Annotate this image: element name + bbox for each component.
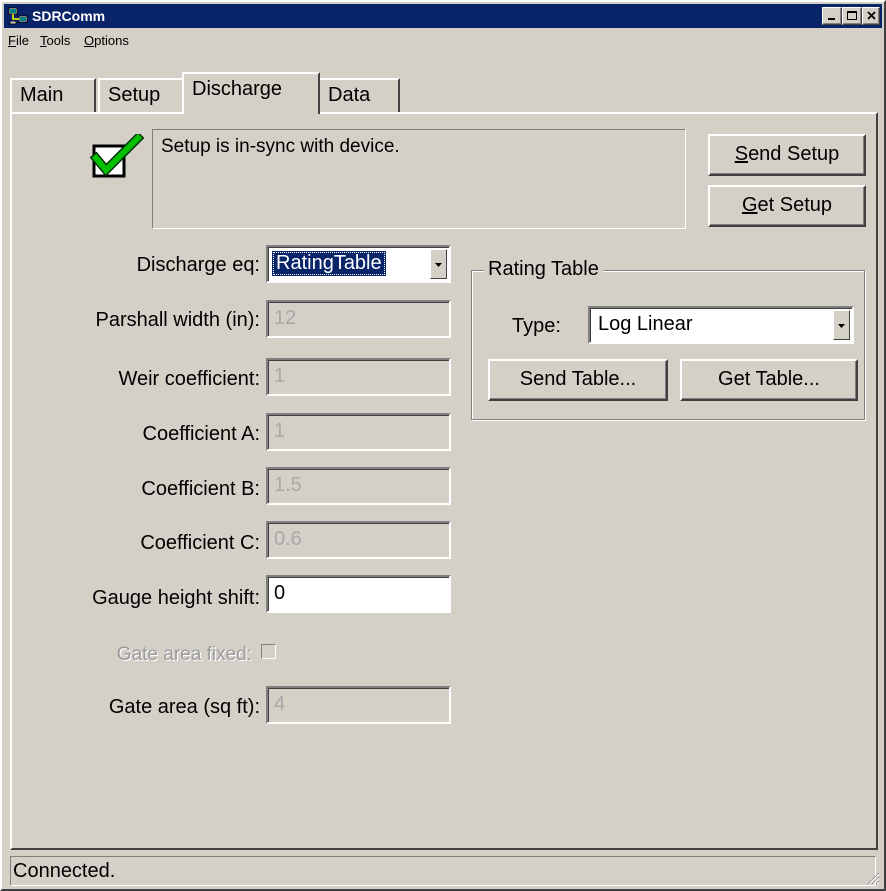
gauge-height-shift-label: Gauge height shift: bbox=[92, 587, 260, 609]
window-title: SDRComm bbox=[32, 8, 106, 24]
coefficient-c-field[interactable]: 0.6 bbox=[266, 521, 451, 559]
maximize-button[interactable] bbox=[842, 7, 862, 25]
weir-coefficient-field[interactable]: 1 bbox=[266, 358, 451, 396]
gate-area-fixed-checkbox[interactable] bbox=[261, 644, 276, 659]
gate-area-label: Gate area (sq ft): bbox=[108, 696, 260, 718]
get-setup-mnemonic: G bbox=[741, 194, 758, 216]
chevron-down-icon bbox=[435, 263, 442, 267]
get-setup-button[interactable]: Get Setup bbox=[708, 185, 866, 227]
minimize-button[interactable] bbox=[822, 7, 842, 25]
menu-file-rest: ile bbox=[15, 33, 29, 48]
send-setup-rest: end Setup bbox=[748, 143, 840, 165]
rating-type-value: Log Linear bbox=[598, 313, 693, 335]
tab-main-label: Main bbox=[20, 84, 64, 106]
gate-area-field[interactable]: 4 bbox=[266, 686, 451, 724]
send-table-button[interactable]: Send Table... bbox=[488, 359, 668, 401]
app-window: SDRComm File Tools Options Main Setup Di… bbox=[0, 0, 886, 891]
resize-grip-icon[interactable] bbox=[864, 869, 880, 885]
discharge-eq-select[interactable]: RatingTable bbox=[266, 245, 451, 283]
maximize-icon bbox=[847, 11, 857, 20]
menu-bar: File Tools Options bbox=[4, 30, 882, 52]
menu-options[interactable]: Options bbox=[84, 33, 129, 48]
gauge-height-shift-field[interactable]: 0 bbox=[266, 575, 451, 613]
menu-file[interactable]: File bbox=[8, 33, 29, 48]
coefficient-a-field[interactable]: 1 bbox=[266, 413, 451, 451]
discharge-eq-label: Discharge eq: bbox=[136, 254, 260, 276]
close-button[interactable] bbox=[862, 7, 880, 25]
status-pane: Connected. bbox=[10, 856, 876, 886]
send-setup-mnemonic: S bbox=[734, 143, 749, 165]
rating-type-select[interactable]: Log Linear bbox=[588, 306, 854, 344]
status-text: Connected. bbox=[13, 860, 116, 882]
coefficient-b-field[interactable]: 1.5 bbox=[266, 467, 451, 505]
gate-area-fixed-label: Gate area fixed: bbox=[116, 644, 252, 665]
rating-type-dropdown-button[interactable] bbox=[833, 310, 850, 340]
tab-discharge[interactable]: Discharge bbox=[182, 72, 320, 114]
tab-setup-label: Setup bbox=[108, 84, 161, 106]
coefficient-c-label: Coefficient C: bbox=[140, 532, 260, 554]
weir-coefficient-label: Weir coefficient: bbox=[118, 368, 260, 390]
sync-message: Setup is in-sync with device. bbox=[161, 136, 400, 157]
send-setup-button[interactable]: Send Setup bbox=[708, 134, 866, 176]
sync-message-box: Setup is in-sync with device. bbox=[152, 129, 686, 229]
parshall-width-field[interactable]: 12 bbox=[266, 300, 451, 338]
coefficient-a-label: Coefficient A: bbox=[142, 423, 260, 445]
tab-data[interactable]: Data bbox=[318, 78, 400, 112]
close-icon bbox=[867, 11, 876, 20]
tab-data-label: Data bbox=[328, 84, 371, 106]
check-icon bbox=[89, 134, 145, 178]
discharge-eq-value: RatingTable bbox=[272, 251, 386, 276]
menu-tools[interactable]: Tools bbox=[40, 33, 70, 48]
tab-setup[interactable]: Setup bbox=[98, 78, 184, 112]
menu-options-rest: ptions bbox=[94, 33, 129, 48]
get-setup-rest: et Setup bbox=[757, 194, 833, 216]
tab-main[interactable]: Main bbox=[10, 78, 96, 112]
get-table-button[interactable]: Get Table... bbox=[680, 359, 858, 401]
title-bar[interactable]: SDRComm bbox=[4, 4, 882, 28]
status-bar: Connected. bbox=[4, 852, 882, 887]
parshall-width-label: Parshall width (in): bbox=[95, 309, 260, 331]
rating-table-title: Rating Table bbox=[484, 258, 603, 281]
rating-type-label: Type: bbox=[512, 315, 561, 337]
chevron-down-icon bbox=[838, 324, 845, 328]
menu-tools-rest: ools bbox=[46, 33, 71, 48]
minimize-icon bbox=[828, 18, 835, 20]
app-icon bbox=[8, 7, 28, 25]
coefficient-b-label: Coefficient B: bbox=[141, 478, 260, 500]
tab-discharge-label: Discharge bbox=[192, 78, 283, 100]
discharge-eq-dropdown-button[interactable] bbox=[430, 249, 447, 279]
